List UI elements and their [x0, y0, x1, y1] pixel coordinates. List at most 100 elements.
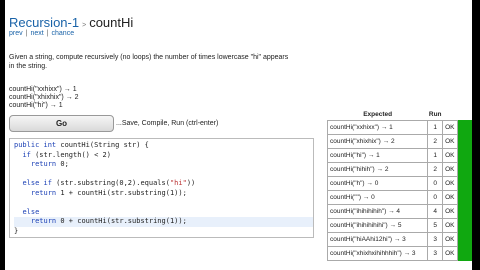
status-cell: OK — [442, 119, 458, 135]
code-token: 1 + countHi(str.substring(1)); — [56, 188, 187, 197]
code-token: if — [22, 150, 31, 159]
pass-indicator — [456, 161, 472, 177]
nav-separator: | — [25, 30, 28, 37]
run-cell: 3 — [427, 245, 444, 261]
next-link[interactable]: next — [30, 30, 43, 37]
code-token: else — [22, 207, 40, 216]
result-row: countHi("hi") → 1 1 OK — [326, 147, 472, 163]
code-token: return — [30, 160, 57, 168]
code-line[interactable]: } — [14, 227, 313, 237]
expected-cell: countHi("hi") → 1 — [326, 147, 429, 163]
pass-indicator — [456, 217, 472, 233]
code-token: else if — [22, 179, 52, 187]
breadcrumb-section-link[interactable]: Recursion-1 — [9, 15, 79, 30]
result-row: countHi("xxhixx") → 1 1 OK — [326, 119, 472, 135]
run-cell: 2 — [427, 133, 444, 149]
code-token: 0 + countHi(str.substring(1)); — [56, 217, 187, 225]
pass-indicator — [456, 245, 472, 261]
code-token: (str.length() < 2) — [30, 150, 111, 159]
expected-cell: countHi("ihihihihihi") → 5 — [326, 217, 429, 233]
status-cell: OK — [442, 175, 458, 191]
results-table: Expected Run countHi("xxhixx") → 1 1 OK cou… — [326, 110, 472, 261]
run-cell: 3 — [427, 231, 444, 247]
result-row: countHi("hiAAhi12hi") → 3 3 OK — [326, 231, 472, 247]
result-row: countHi("xhixhxihihhhih") → 3 3 OK — [326, 245, 472, 261]
example-line: countHi("xxhixx") → 1 — [9, 86, 77, 93]
expected-cell: countHi("xhixhxihihhhih") → 3 — [326, 245, 429, 261]
pass-indicator — [456, 231, 472, 247]
pass-indicator — [456, 175, 472, 191]
expected-cell: countHi("xxhixx") → 1 — [326, 119, 429, 135]
pass-indicator — [456, 147, 472, 163]
run-header: Run — [428, 111, 442, 119]
run-cell: 1 — [427, 119, 444, 135]
code-line[interactable]: return 1 + countHi(str.substring(1)); — [14, 189, 313, 199]
expected-cell: countHi("hiAAhi12hi") → 3 — [326, 231, 429, 247]
result-row: countHi("ihihihihihi") → 5 5 OK — [326, 217, 472, 233]
code-line[interactable]: return 0; — [14, 160, 313, 170]
pass-indicator — [456, 119, 472, 135]
status-cell: OK — [442, 133, 458, 149]
code-line[interactable]: else — [14, 208, 313, 218]
result-row: countHi("xhixhix") → 2 2 OK — [326, 133, 472, 149]
breadcrumb-separator: > — [82, 22, 87, 29]
example-line: countHi("xhixhix") → 2 — [9, 94, 79, 101]
code-line[interactable]: if (str.length() < 2) — [14, 151, 313, 161]
result-row: countHi("ihihihihih") → 4 4 OK — [326, 203, 472, 219]
go-button[interactable]: Go — [9, 115, 114, 132]
code-token: return — [30, 217, 57, 225]
run-cell: 1 — [427, 147, 444, 163]
pass-indicator — [456, 203, 472, 219]
expected-cell: countHi("xhixhix") → 2 — [326, 133, 429, 149]
code-token: public int — [14, 141, 61, 149]
code-token: 0; — [56, 160, 69, 168]
expected-cell: countHi("hihih") → 2 — [326, 161, 429, 177]
code-token: "hi" — [169, 179, 187, 187]
code-line[interactable] — [14, 198, 313, 208]
expected-cell: countHi("") → 0 — [326, 189, 429, 205]
description-line: Given a string, compute recursively (no … — [9, 54, 289, 61]
status-cell: OK — [442, 217, 458, 233]
expected-cell: countHi("ihihihihih") → 4 — [326, 203, 429, 219]
code-line[interactable]: public int countHi(String str) { — [14, 141, 313, 151]
code-token: (str.substring(0,2).equals( — [51, 179, 170, 187]
problem-description: Given a string, compute recursively (no … — [9, 53, 329, 71]
example-line: countHi("hi") → 1 — [9, 102, 63, 109]
code-token: )) — [186, 179, 196, 187]
code-token: } — [14, 226, 19, 235]
nav-separator: | — [46, 30, 49, 37]
pass-indicator — [456, 133, 472, 149]
description-line: in the string. — [9, 63, 48, 70]
run-cell: 4 — [427, 203, 444, 219]
prev-link[interactable]: prev — [9, 30, 23, 37]
code-line[interactable]: else if (str.substring(0,2).equals("hi")… — [14, 179, 313, 189]
run-cell: 0 — [427, 189, 444, 205]
examples: countHi("xxhixx") → 1 countHi("xhixhix")… — [9, 86, 79, 110]
status-cell: OK — [442, 231, 458, 247]
chance-link[interactable]: chance — [52, 30, 75, 37]
expected-header: Expected — [363, 111, 393, 119]
run-cell: 0 — [427, 175, 444, 191]
result-row: countHi("") → 0 0 OK — [326, 189, 472, 205]
go-button-hint: ...Save, Compile, Run (ctrl-enter) — [116, 120, 219, 127]
problem-title: countHi — [89, 15, 134, 30]
result-row: countHi("h") → 0 0 OK — [326, 175, 472, 191]
status-cell: OK — [442, 245, 458, 261]
run-cell: 2 — [427, 161, 444, 177]
problem-nav: prev | next | chance — [9, 30, 74, 37]
code-token: return — [30, 188, 57, 197]
codingbat-page: Recursion-1 > countHi prev | next | chance Giv… — [5, 0, 472, 270]
pass-indicator — [456, 189, 472, 205]
code-line[interactable] — [14, 170, 313, 180]
status-cell: OK — [442, 203, 458, 219]
run-cell: 5 — [427, 217, 444, 233]
code-editor[interactable]: public int countHi(String str) { if (str… — [9, 138, 314, 238]
result-row: countHi("hihih") → 2 2 OK — [326, 161, 472, 177]
code-token: countHi(String str) { — [60, 141, 149, 149]
expected-cell: countHi("h") → 0 — [326, 175, 429, 191]
code-line[interactable]: return 0 + countHi(str.substring(1)); — [14, 217, 313, 227]
status-cell: OK — [442, 189, 458, 205]
